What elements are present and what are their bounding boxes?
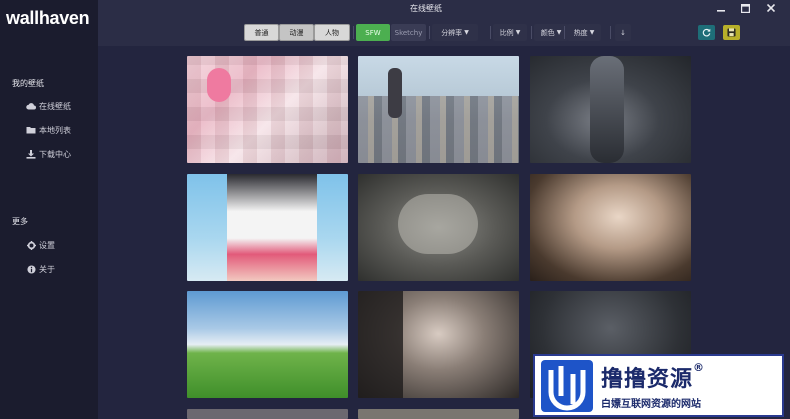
dropdown-label: 比例 [499,28,514,37]
toolbar-divider [429,26,430,39]
gear-icon [26,240,36,250]
section-my-wallpapers: 我的壁纸 [12,79,44,88]
ratio-dropdown[interactable]: 比例 ▼ [493,24,527,41]
purity-sfw-button[interactable]: SFW [356,24,390,41]
toolbar-divider [610,26,611,39]
save-icon[interactable] [723,25,740,40]
sidebar-item-settings[interactable]: 设置 [26,238,55,252]
sidebar-item-about[interactable]: 关于 [26,262,55,276]
wallpaper-thumb[interactable] [530,174,691,281]
wallpaper-thumb[interactable] [187,56,348,163]
tab-people[interactable]: 人物 [314,24,350,41]
registered-mark: ® [693,361,706,374]
wallpaper-thumb[interactable] [530,56,691,163]
dropdown-label: 颜色 [540,28,555,37]
cloud-icon [26,101,36,111]
toolbar-divider [564,26,565,39]
wallpaper-thumb[interactable] [358,56,519,163]
minimize-icon[interactable] [714,2,728,14]
wallpaper-thumb[interactable] [358,174,519,281]
toolbar-divider [353,26,354,39]
arrow-down-icon: ↓ [620,28,626,37]
wallpaper-thumb[interactable] [187,174,348,281]
sidebar-item-label: 下载中心 [39,149,71,159]
watermark-title: 撸撸资源 [601,367,694,392]
folder-icon [26,125,36,135]
caret-down-icon: ▼ [515,29,521,36]
info-icon [26,264,36,274]
toolbar-divider [531,26,532,39]
sidebar-item-local[interactable]: 本地列表 [26,123,71,137]
caret-down-icon: ▼ [556,29,562,36]
toolbar: 在线壁纸 普通 动漫 人物 SFW Sketchy 分辨率 ▼ 比例 ▼ 颜色 ▼ 热… [98,0,790,46]
refresh-icon[interactable] [698,25,715,40]
caret-down-icon: ▼ [464,29,469,36]
sidebar: wallhaven 我的壁纸 在线壁纸 本地列表 下载中心 更多 设置 关于 [0,0,98,419]
wallpaper-thumb[interactable] [187,291,348,398]
sidebar-item-downloads[interactable]: 下载中心 [26,147,71,161]
tab-anime[interactable]: 动漫 [279,24,314,41]
download-icon [26,149,36,159]
watermark-subtitle: 白嫖互联网资源的网站 [601,399,701,410]
caret-down-icon: ▼ [589,29,595,36]
color-dropdown[interactable]: 颜色 ▼ [534,24,568,41]
sidebar-item-online[interactable]: 在线壁纸 [26,99,71,113]
wallpaper-thumb[interactable] [187,409,348,419]
sidebar-item-label: 在线壁纸 [39,101,71,111]
sidebar-item-label: 关于 [39,264,55,274]
toolbar-divider [490,26,491,39]
purity-sketchy-button[interactable]: Sketchy [391,24,426,41]
resolution-dropdown[interactable]: 分辨率 ▼ [432,24,478,41]
sort-order-button[interactable]: ↓ [615,24,631,41]
tab-general[interactable]: 普通 [244,24,279,41]
window-title: 在线壁纸 [410,4,442,13]
watermark-logo-icon [541,359,593,412]
dropdown-label: 热度 [573,28,588,37]
watermark-banner: 撸撸资源® 白嫖互联网资源的网站 [533,354,784,417]
dropdown-label: 分辨率 [441,28,463,37]
section-more: 更多 [12,217,28,226]
sidebar-item-label: 本地列表 [39,125,71,135]
popularity-dropdown[interactable]: 热度 ▼ [567,24,601,41]
maximize-icon[interactable] [738,2,752,14]
close-icon[interactable] [764,2,778,14]
wallpaper-thumb[interactable] [358,409,519,419]
wallpaper-thumb[interactable] [358,291,519,398]
app-logo: wallhaven [6,8,90,28]
sidebar-item-label: 设置 [39,240,55,250]
